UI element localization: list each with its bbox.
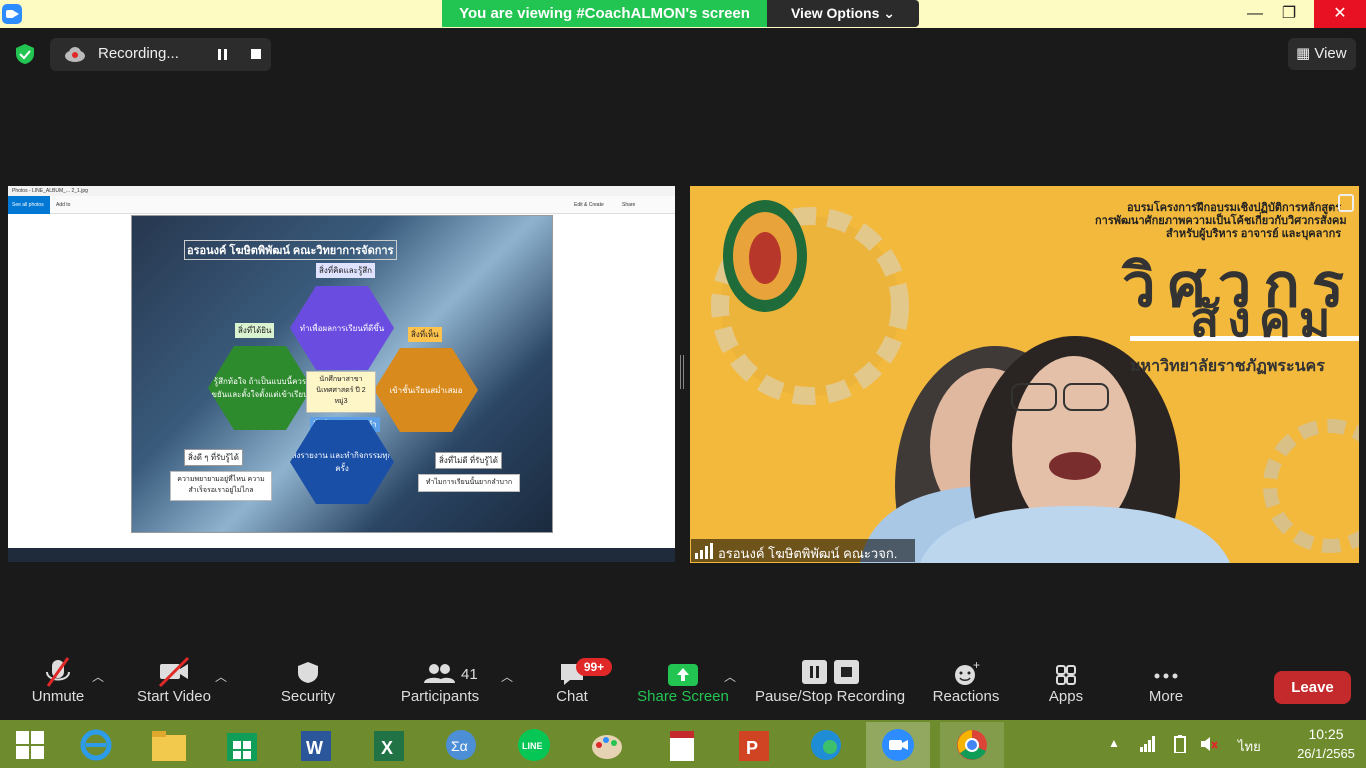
add-to-button[interactable]: Add to: [56, 202, 70, 208]
unmute-button[interactable]: Unmute: [20, 652, 96, 712]
edit-create-button[interactable]: Edit & Create: [574, 202, 604, 208]
reactions-label: Reactions: [932, 688, 1000, 705]
shared-screen: Photos - LINE_ALBUM_... 2_1.jpg See all …: [8, 186, 675, 562]
lisrel-icon[interactable]: [656, 722, 708, 768]
view-layout-button[interactable]: ▦ View: [1288, 38, 1356, 70]
label-think: สิ่งที่คิดและรู้สึก: [316, 263, 375, 278]
svg-text:P: P: [746, 738, 758, 758]
video-options-icon[interactable]: [1338, 194, 1354, 212]
participant-video[interactable]: อบรมโครงการฝึกอบรมเชิงปฏิบัติการหลักสูตร…: [690, 186, 1359, 563]
cloud-recording-icon: [65, 47, 85, 62]
recording-label: Recording...: [98, 45, 179, 62]
more-button[interactable]: More: [1136, 652, 1196, 712]
paint-icon[interactable]: [581, 722, 633, 768]
speaker-muted-icon[interactable]: [1200, 736, 1218, 752]
svg-text:Σα: Σα: [451, 738, 468, 754]
signal-bars-icon: [695, 543, 713, 559]
share-screen-label: Share Screen: [637, 688, 729, 705]
pause-stop-label: Pause/Stop Recording: [754, 688, 906, 705]
security-shield-icon: [298, 662, 318, 683]
windows-start-icon[interactable]: [4, 722, 56, 768]
more-label: More: [1148, 688, 1184, 705]
view-label: View: [1314, 45, 1347, 62]
split-divider-handle[interactable]: [680, 355, 684, 389]
camera-off-icon: [158, 656, 190, 688]
svg-text:X: X: [381, 738, 393, 758]
store-icon[interactable]: [216, 722, 268, 768]
more-dots-icon: [1154, 673, 1178, 679]
participants-label: Participants: [400, 688, 480, 705]
clock-time[interactable]: 10:25: [1296, 726, 1356, 742]
math-app-icon[interactable]: Σα: [435, 722, 487, 768]
maximize-icon[interactable]: ❐: [1272, 0, 1306, 28]
svg-text:LINE: LINE: [522, 741, 543, 751]
label-gain: สิ่งดี ๆ ที่รับรู้ได้: [184, 449, 243, 466]
participants-caret-icon[interactable]: ︿: [501, 668, 513, 685]
apps-label: Apps: [1048, 688, 1084, 705]
chevron-down-icon: ⌄: [883, 5, 896, 21]
file-explorer-icon[interactable]: [143, 722, 195, 768]
label-see: สิ่งที่เห็น: [408, 327, 442, 342]
edge-icon[interactable]: [800, 722, 852, 768]
reactions-smiley-icon: +: [955, 658, 980, 685]
apps-button[interactable]: Apps: [1036, 652, 1096, 712]
share-screen-button[interactable]: Share Screen: [632, 652, 734, 712]
internet-explorer-icon[interactable]: [70, 722, 122, 768]
center-box: นักศึกษาสาขานิเทศศาสตร์ ปี 2 หมู่3: [306, 371, 376, 413]
reactions-button[interactable]: + Reactions: [928, 652, 1004, 712]
view-options-label: View Options: [790, 5, 880, 21]
pause-stop-recording-button[interactable]: Pause/Stop Recording: [752, 652, 908, 712]
unmute-label: Unmute: [31, 688, 85, 705]
share-options-caret-icon[interactable]: ︿: [724, 668, 736, 685]
slide-title: อรอนงค์ โฆษิตพิพัฒน์ คณะวิทยาการจัดการ: [184, 240, 397, 260]
shared-taskbar: [8, 548, 675, 562]
grid-icon: ▦: [1296, 45, 1311, 62]
start-video-label: Start Video: [137, 688, 211, 705]
viewing-banner: You are viewing #CoachALMON's screen: [442, 0, 767, 27]
word-icon[interactable]: W: [289, 722, 341, 768]
start-video-button[interactable]: Start Video: [130, 652, 218, 712]
share-button[interactable]: Share: [622, 202, 635, 208]
leave-button[interactable]: Leave: [1274, 671, 1351, 704]
view-options-button[interactable]: View Options ⌄: [767, 0, 919, 27]
bg-university: มหาวิทยาลัยราชภัฏพระนคร: [1130, 358, 1325, 375]
close-icon[interactable]: ✕: [1314, 0, 1366, 28]
chat-unread-badge: 99+: [576, 658, 612, 676]
network-signal-icon[interactable]: [1140, 736, 1156, 752]
pause-recording-icon[interactable]: [206, 40, 238, 69]
see-all-photos-button[interactable]: See all photos: [8, 196, 50, 214]
gain-text: ความพยายามอยู่ที่ไหน ความสำเร็จรอเราอยู่…: [170, 471, 272, 501]
line-app-icon[interactable]: LINE: [508, 722, 560, 768]
minimize-icon[interactable]: —: [1238, 0, 1272, 28]
chrome-icon[interactable]: [940, 722, 1004, 768]
microphone-muted-icon: [46, 657, 70, 687]
powerpoint-icon[interactable]: P: [727, 722, 779, 768]
security-label: Security: [280, 688, 336, 705]
share-screen-icon: [668, 664, 698, 686]
apps-icon: [1056, 665, 1076, 685]
svg-text:+: +: [973, 658, 980, 672]
encryption-shield-icon[interactable]: [14, 43, 36, 65]
participant-name: อรอนงค์ โฆษิตพิพัฒน์ คณะวจก.: [718, 546, 898, 561]
security-button[interactable]: Security: [272, 652, 344, 712]
excel-icon[interactable]: X: [362, 722, 414, 768]
svg-text:W: W: [306, 738, 323, 758]
input-language[interactable]: ไทย: [1238, 736, 1261, 757]
photos-window-title: Photos - LINE_ALBUM_... 2_1.jpg: [8, 186, 675, 196]
label-hear: สิ่งที่ได้ยิน: [235, 323, 275, 338]
tray-expand-icon[interactable]: ▲: [1108, 736, 1120, 750]
video-options-caret-icon[interactable]: ︿: [215, 668, 227, 685]
participants-count: 41: [461, 666, 478, 683]
zoom-taskbar-icon[interactable]: [866, 722, 930, 768]
chat-label: Chat: [556, 688, 588, 705]
clock-date[interactable]: 26/1/2565: [1296, 746, 1356, 761]
battery-icon[interactable]: [1172, 735, 1188, 753]
zoom-logo-icon: [2, 4, 22, 24]
pause-stop-icon: [802, 660, 859, 684]
bg-big-text-2: สังคม: [1190, 294, 1339, 347]
label-pain: สิ่งที่ไม่ดี ที่รับรู้ได้: [435, 452, 502, 469]
stop-recording-icon[interactable]: [240, 40, 272, 69]
audio-options-caret-icon[interactable]: ︿: [92, 668, 104, 685]
pain-text: ทำไมการเรียนนั้นยากลำบาก: [418, 474, 520, 492]
